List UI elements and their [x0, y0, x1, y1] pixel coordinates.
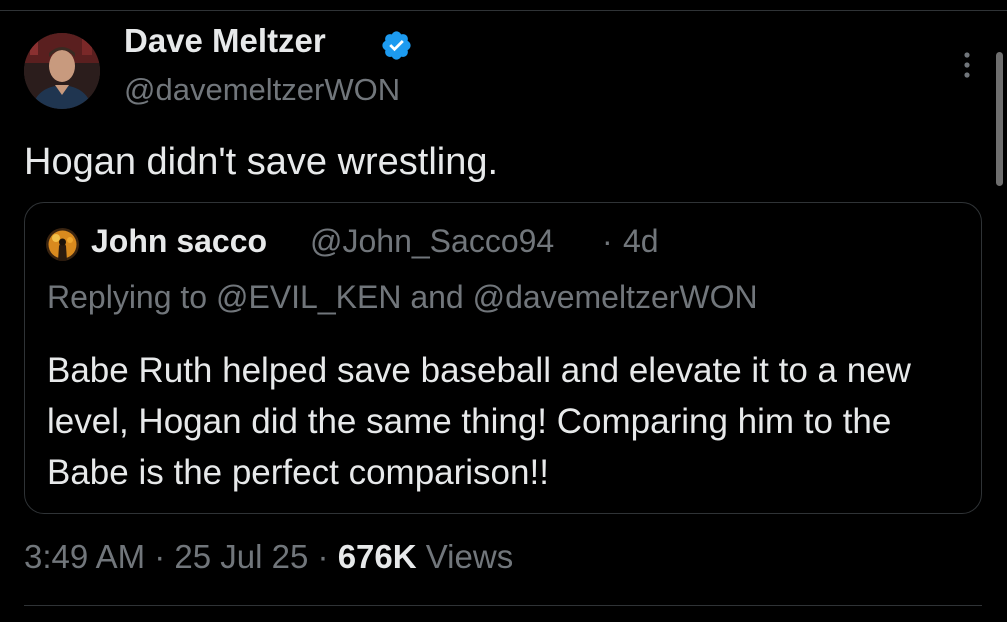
tweet-text: Hogan didn't save wrestling.	[24, 141, 499, 183]
tweet-meta: 3:49 AM · 25 Jul 25 · 676K Views	[24, 538, 513, 576]
quoted-separator: ·	[602, 223, 613, 259]
bottom-divider	[24, 605, 982, 606]
quoted-author-name[interactable]: John sacco	[91, 223, 267, 260]
views-label: Views	[425, 538, 514, 575]
author-handle[interactable]: @davemeltzerWON	[124, 72, 400, 108]
replying-to: Replying to @EVIL_KEN and @davemeltzerWO…	[47, 279, 758, 315]
quoted-timestamp[interactable]: 4d	[623, 223, 659, 260]
author-avatar-image	[24, 33, 100, 109]
quoted-tweet-text: Babe Ruth helped save baseball and eleva…	[47, 351, 911, 492]
author-avatar[interactable]	[24, 33, 100, 109]
tweet: Dave Meltzer @davemeltzerWON Hogan didn'…	[0, 0, 1007, 622]
quoted-author-handle[interactable]: @John_Sacco94	[310, 223, 554, 260]
meta-separator: ·	[317, 538, 329, 575]
verified-badge-icon[interactable]	[380, 29, 413, 62]
quoted-author-avatar[interactable]	[46, 228, 79, 261]
scrollbar-thumb[interactable]	[996, 52, 1003, 186]
tweet-time[interactable]: 3:49 AM	[24, 538, 145, 575]
quoted-avatar-image	[46, 228, 79, 261]
more-vertical-icon[interactable]	[956, 50, 978, 80]
quoted-tweet[interactable]: John sacco @John_Sacco94 · 4d Replying t…	[24, 202, 982, 514]
views-count: 676K	[337, 538, 417, 575]
meta-separator: ·	[154, 538, 166, 575]
tweet-date[interactable]: 25 Jul 25	[174, 538, 308, 575]
author-name[interactable]: Dave Meltzer	[124, 22, 326, 60]
